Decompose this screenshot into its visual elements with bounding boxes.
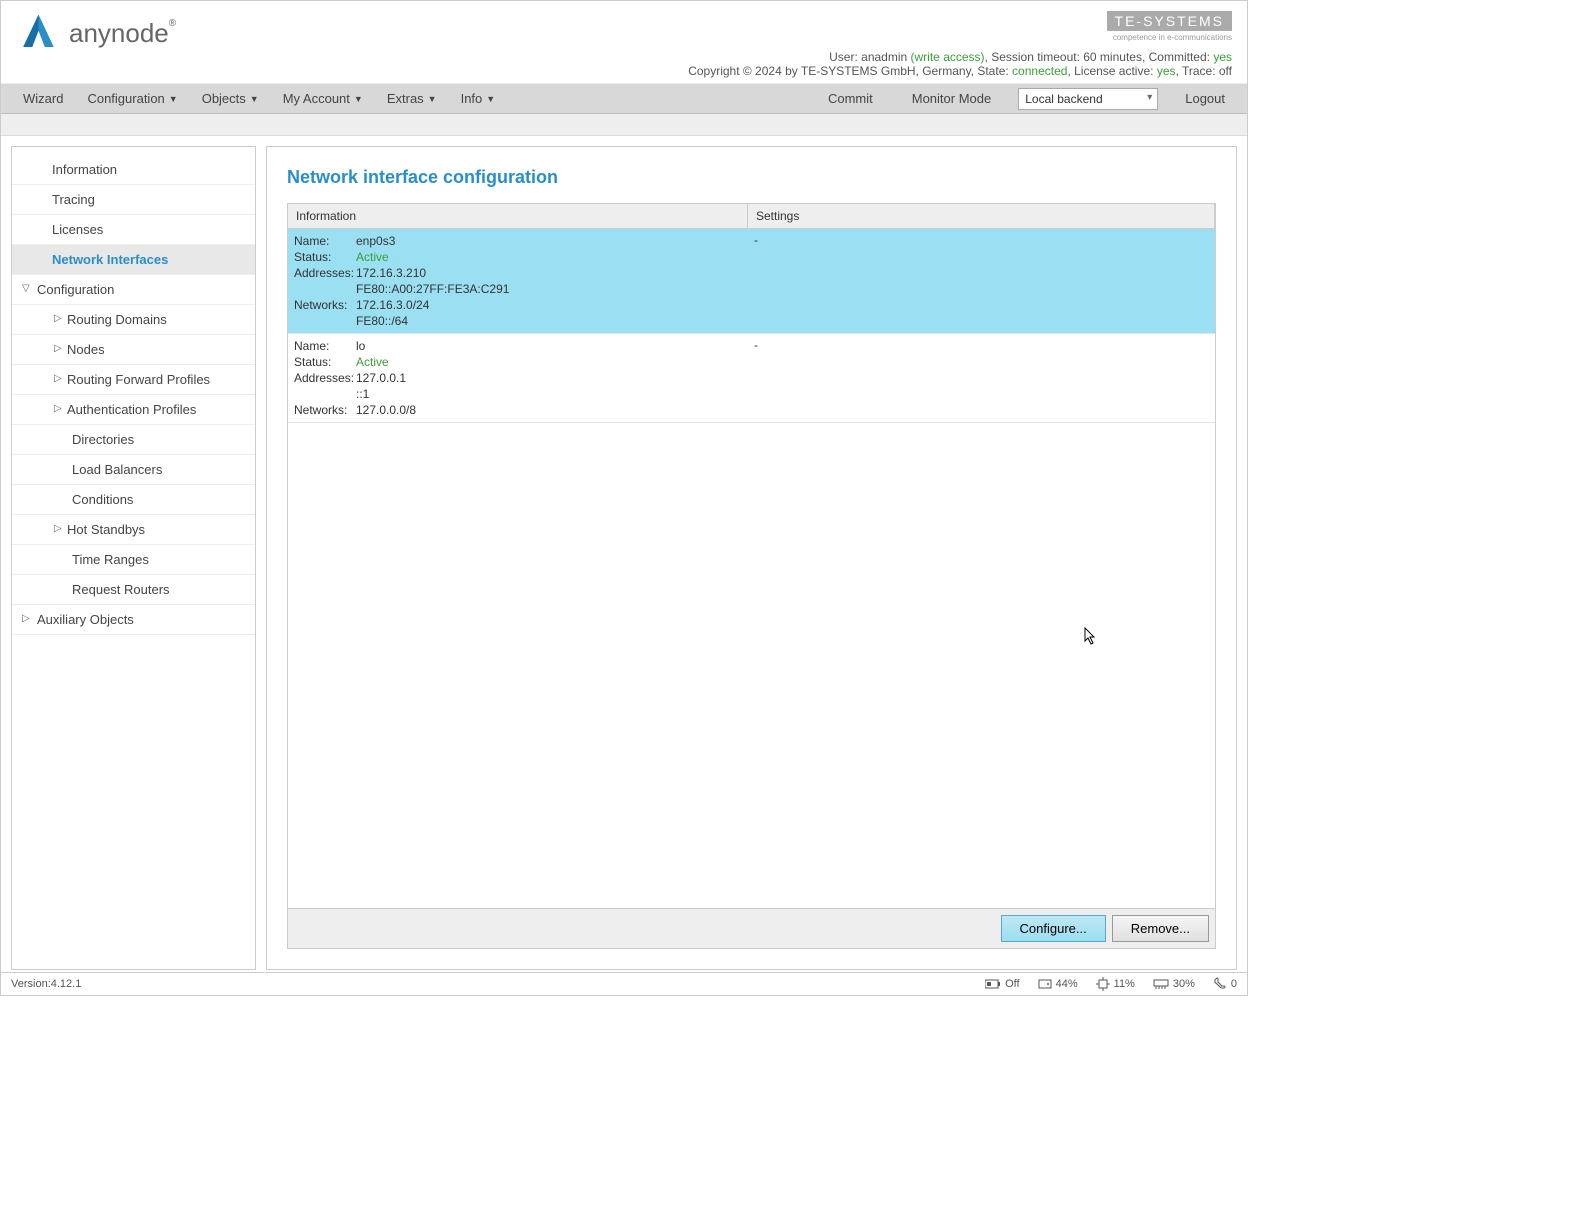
menu-commit[interactable]: Commit [816, 85, 885, 112]
sidebar-routing-domains[interactable]: ▷Routing Domains [12, 305, 255, 335]
caret-down-icon: ▽ [22, 283, 30, 294]
footer-disk: 44% [1038, 978, 1078, 990]
main-content: Network interface configuration Informat… [266, 146, 1237, 970]
th-information: Information [288, 204, 748, 228]
sidebar-routing-forward-profiles[interactable]: ▷Routing Forward Profiles [12, 365, 255, 395]
remove-button[interactable]: Remove... [1112, 915, 1209, 942]
header: anynode® TE-SYSTEMS competence in e-comm… [1, 1, 1247, 84]
company-badge: TE-SYSTEMS [1107, 11, 1232, 31]
user-info-line: User: anadmin (write access), Session ti… [688, 50, 1232, 64]
header-right: TE-SYSTEMS competence in e-communication… [688, 11, 1232, 78]
sidebar-directories[interactable]: Directories [12, 425, 255, 455]
cell-info: Name:loStatus:ActiveAddresses:127.0.0.1:… [288, 334, 748, 422]
menu-monitor-mode[interactable]: Monitor Mode [900, 85, 1003, 112]
memory-icon [1153, 979, 1169, 989]
menu-my-account[interactable]: My Account▼ [271, 85, 375, 112]
caret-right-icon: ▷ [22, 613, 30, 624]
menubar: Wizard Configuration▼ Objects▼ My Accoun… [1, 84, 1247, 114]
sidebar-tracing[interactable]: Tracing [12, 185, 255, 215]
sidebar-configuration[interactable]: ▽Configuration [12, 275, 255, 305]
sidebar-auxiliary-objects[interactable]: ▷Auxiliary Objects [12, 605, 255, 635]
disk-icon [1038, 978, 1052, 990]
logo: anynode® [16, 11, 176, 56]
menu-wizard[interactable]: Wizard [11, 85, 75, 112]
sidebar-information[interactable]: Information [12, 155, 255, 185]
cell-settings: - [748, 229, 1215, 333]
cpu-icon [1096, 977, 1110, 991]
sidebar-licenses[interactable]: Licenses [12, 215, 255, 245]
th-settings: Settings [748, 204, 1215, 228]
phone-icon [1213, 977, 1227, 991]
caret-down-icon: ▼ [169, 94, 178, 104]
table-header: Information Settings [288, 204, 1215, 229]
caret-down-icon: ▼ [354, 94, 363, 104]
menu-objects[interactable]: Objects▼ [190, 85, 271, 112]
menu-configuration[interactable]: Configuration▼ [75, 85, 189, 112]
copyright-line: Copyright © 2024 by TE-SYSTEMS GmbH, Ger… [688, 64, 1232, 78]
configure-button[interactable]: Configure... [1001, 915, 1106, 942]
sidebar-time-ranges[interactable]: Time Ranges [12, 545, 255, 575]
footer: Version: 4.12.1 Off 44% 11% 30% 0 [1, 972, 1247, 995]
sidebar: Information Tracing Licenses Network Int… [11, 146, 256, 970]
interface-table: Information Settings Name:enp0s3Status:A… [287, 203, 1216, 949]
page-title: Network interface configuration [287, 167, 1216, 188]
caret-right-icon: ▷ [54, 343, 62, 354]
sidebar-nodes[interactable]: ▷Nodes [12, 335, 255, 365]
backend-select[interactable]: Local backend [1018, 88, 1158, 110]
table-row[interactable]: Name:loStatus:ActiveAddresses:127.0.0.1:… [288, 334, 1215, 423]
sidebar-load-balancers[interactable]: Load Balancers [12, 455, 255, 485]
version-label: Version: [11, 978, 51, 990]
sidebar-authentication-profiles[interactable]: ▷Authentication Profiles [12, 395, 255, 425]
menu-extras[interactable]: Extras▼ [375, 85, 449, 112]
cell-settings: - [748, 334, 1215, 422]
footer-mem: 30% [1153, 978, 1195, 990]
logo-icon [16, 11, 61, 56]
subbar [1, 114, 1247, 136]
menu-info[interactable]: Info▼ [449, 85, 508, 112]
footer-calls: 0 [1213, 977, 1237, 991]
battery-icon [985, 979, 1001, 989]
sidebar-request-routers[interactable]: Request Routers [12, 575, 255, 605]
caret-down-icon: ▼ [250, 94, 259, 104]
sidebar-network-interfaces[interactable]: Network Interfaces [12, 245, 255, 275]
logo-text: anynode® [69, 18, 176, 49]
caret-down-icon: ▼ [428, 94, 437, 104]
menu-logout[interactable]: Logout [1173, 85, 1237, 112]
table-row[interactable]: Name:enp0s3Status:ActiveAddresses:172.16… [288, 229, 1215, 334]
sidebar-hot-standbys[interactable]: ▷Hot Standbys [12, 515, 255, 545]
caret-right-icon: ▷ [54, 313, 62, 324]
caret-right-icon: ▷ [54, 523, 62, 534]
cell-info: Name:enp0s3Status:ActiveAddresses:172.16… [288, 229, 748, 333]
table-footer: Configure... Remove... [288, 908, 1215, 948]
footer-off: Off [985, 978, 1019, 990]
caret-down-icon: ▼ [486, 94, 495, 104]
caret-right-icon: ▷ [54, 373, 62, 384]
company-tagline: competence in e-communications [688, 33, 1232, 42]
version-value: 4.12.1 [51, 978, 82, 990]
footer-cpu: 11% [1096, 977, 1135, 991]
caret-right-icon: ▷ [54, 403, 62, 414]
sidebar-conditions[interactable]: Conditions [12, 485, 255, 515]
